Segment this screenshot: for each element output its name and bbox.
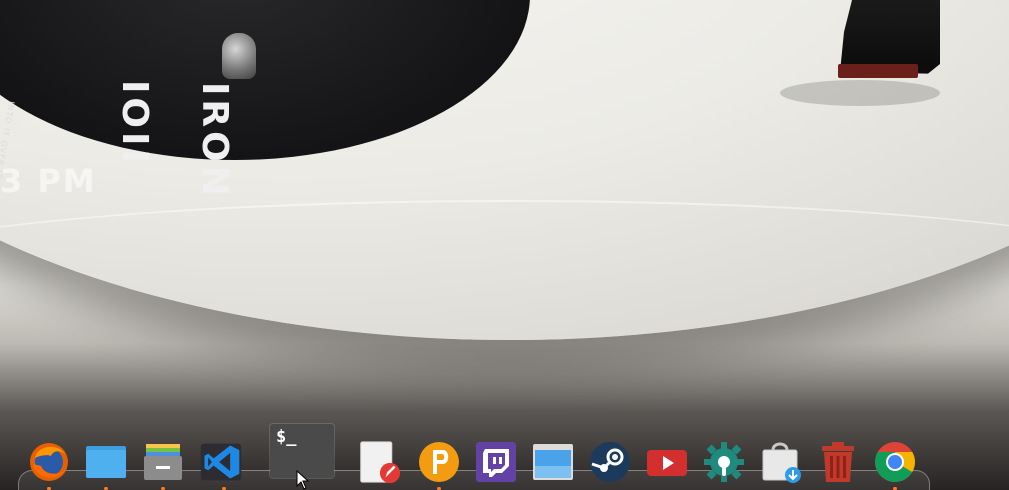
dock-item-firefox[interactable] — [27, 440, 71, 484]
desktop-clock: 3 PM — [0, 162, 97, 200]
dock-item-youtube[interactable] — [645, 440, 689, 484]
twitch-icon — [476, 442, 516, 482]
turntable-rim — [0, 200, 1009, 372]
dock-item-text-editor[interactable] — [357, 440, 401, 484]
tonearm-headshell — [838, 64, 918, 78]
dock-item-vscode[interactable] — [199, 440, 243, 484]
vscode-icon — [200, 443, 242, 481]
appcenter-icon — [762, 442, 801, 483]
record-spindle — [222, 33, 256, 79]
record-label-text-2: IRON — [194, 82, 235, 200]
archive-icon — [144, 444, 182, 480]
tonearm-shadow — [780, 80, 940, 106]
dock-item-twitch[interactable] — [474, 440, 518, 484]
firefox-icon — [30, 443, 68, 481]
dock-item-pushbullet[interactable] — [417, 440, 461, 484]
desktop-wallpaper: IOII IRON INTO IT OVER IT 3 PM $_ — [0, 0, 1009, 490]
folder-icon — [86, 446, 126, 478]
dock-item-steam[interactable] — [588, 440, 632, 484]
steam-icon — [590, 442, 630, 482]
youtube-icon — [647, 450, 687, 476]
pushbullet-icon — [419, 442, 459, 482]
dock-item-trash[interactable] — [816, 440, 860, 484]
dock-item-files[interactable] — [84, 440, 128, 484]
window-icon — [533, 444, 573, 480]
dock-item-archive[interactable] — [141, 440, 185, 484]
record-label-text-1: IOII — [114, 80, 155, 167]
chrome-icon — [875, 442, 915, 482]
text-editor-icon — [360, 441, 401, 484]
trash-icon — [822, 442, 854, 482]
dock-item-chrome[interactable] — [873, 440, 917, 484]
dock-item-appcenter[interactable] — [759, 440, 803, 484]
mouse-cursor-icon — [296, 469, 310, 490]
gear-icon — [704, 442, 744, 482]
terminal-prompt: $_ — [276, 427, 297, 447]
dock-item-window[interactable] — [531, 440, 575, 484]
dock-item-settings[interactable] — [702, 440, 746, 484]
